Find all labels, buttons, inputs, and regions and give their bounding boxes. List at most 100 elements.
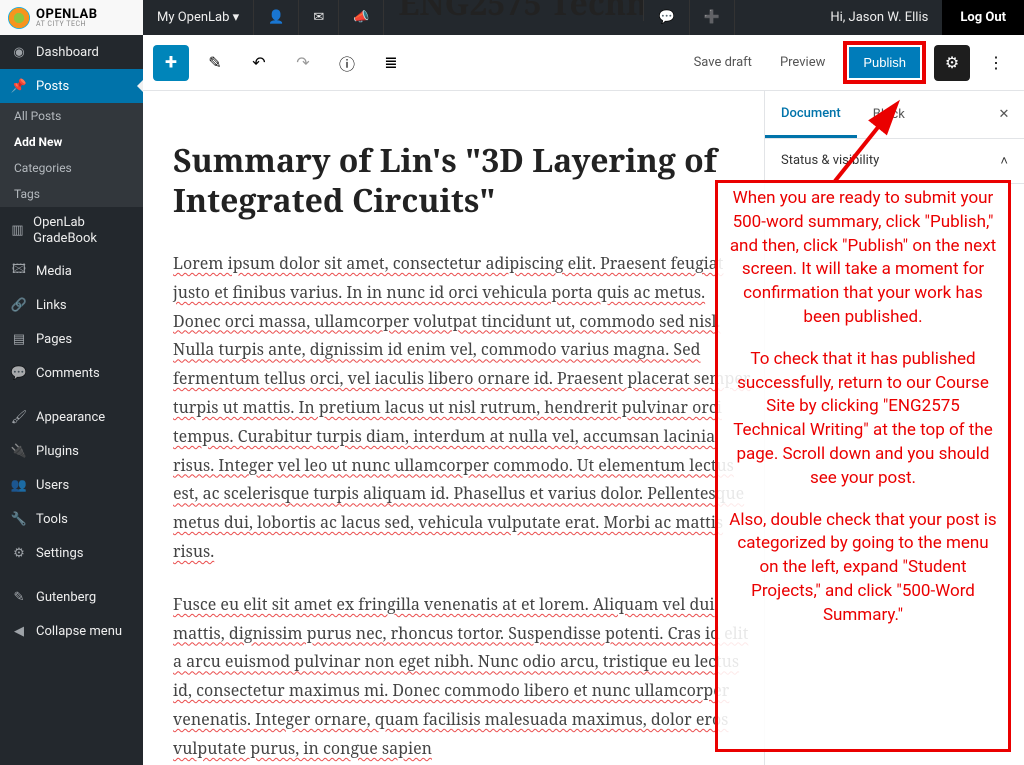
sidebar-item-dashboard[interactable]: ◉ Dashboard <box>0 35 143 69</box>
settings-toggle-button[interactable]: ⚙ <box>934 45 970 81</box>
brand-name: OPENLAB <box>36 8 98 21</box>
pencil-icon: ✎ <box>208 53 221 72</box>
annotation-text: To check that it has published successfu… <box>728 348 998 491</box>
topbar-comments[interactable]: 💬 <box>644 0 689 35</box>
gear-icon: ⚙ <box>945 53 959 72</box>
sidebar-sub-add-new[interactable]: Add New <box>0 129 143 155</box>
info-icon: ⓘ <box>339 51 355 75</box>
sidebar-sub-categories[interactable]: Categories <box>0 155 143 181</box>
sidebar-item-gutenberg[interactable]: ✎ Gutenberg <box>0 580 143 614</box>
my-openlab-menu[interactable]: My OpenLab ▾ <box>143 0 254 35</box>
publish-highlight: Publish <box>843 41 926 84</box>
sidebar-sub-all-posts[interactable]: All Posts <box>0 103 143 129</box>
add-block-button[interactable]: + <box>153 45 189 81</box>
plus-icon: + <box>165 50 177 75</box>
sidebar-item-label: Media <box>36 264 72 279</box>
envelope-icon: ✉ <box>313 10 324 25</box>
plus-circle-icon: ➕ <box>704 10 720 25</box>
panel-section-label: Status & visibility <box>781 153 879 169</box>
editor-toolbar: + ✎ ↶ ↷ ⓘ ≣ Save draft Preview Publish ⚙… <box>143 35 1024 91</box>
logout-button[interactable]: Log Out <box>942 0 1024 35</box>
media-icon: 🖾 <box>10 262 28 280</box>
edit-mode-button[interactable]: ✎ <box>197 45 233 81</box>
sliders-icon: ⚙ <box>10 544 28 562</box>
post-title[interactable]: Summary of Lin's "3D Layering of Integra… <box>173 141 752 221</box>
sidebar-item-users[interactable]: 👥 Users <box>0 468 143 502</box>
tab-document[interactable]: Document <box>765 91 857 138</box>
editor-canvas[interactable]: Summary of Lin's "3D Layering of Integra… <box>143 91 764 765</box>
topbar-addnew[interactable]: ➕ <box>690 0 735 35</box>
sidebar-item-label: Comments <box>36 366 100 381</box>
save-draft-button[interactable]: Save draft <box>684 55 762 70</box>
logout-label: Log Out <box>960 10 1006 25</box>
publish-button[interactable]: Publish <box>849 47 920 78</box>
sidebar-item-label: Users <box>36 478 69 493</box>
brand-tagline: AT CITY TECH <box>36 21 98 28</box>
wrench-icon: 🔧 <box>10 510 28 528</box>
sidebar-item-label: Plugins <box>36 444 79 459</box>
sidebar-item-gradebook[interactable]: ▥ OpenLab GradeBook <box>0 207 143 254</box>
brand[interactable]: OPENLAB AT CITY TECH <box>0 0 143 35</box>
topbar-friends[interactable]: 👤 <box>254 0 299 35</box>
course-title-label: ENG2575 Technical Writing, Section O... <box>398 0 644 21</box>
page-icon: ▤ <box>10 330 28 348</box>
sidebar-item-label: Dashboard <box>36 45 99 60</box>
sidebar-item-label: Pages <box>36 332 72 347</box>
my-openlab-label: My OpenLab <box>157 10 229 25</box>
sidebar-collapse[interactable]: ◀ Collapse menu <box>0 614 143 648</box>
collapse-icon: ◀ <box>10 622 28 640</box>
admin-sidebar: ◉ Dashboard 📌 Posts All Posts Add New Ca… <box>0 35 143 765</box>
sidebar-item-label: Appearance <box>36 410 105 425</box>
sidebar-item-appearance[interactable]: 🖌 Appearance <box>0 400 143 434</box>
panel-close-button[interactable]: ✕ <box>984 91 1024 138</box>
topbar-notifications[interactable]: 📣 <box>339 0 384 35</box>
close-icon: ✕ <box>999 107 1010 122</box>
sidebar-item-comments[interactable]: 💬 Comments <box>0 356 143 390</box>
sidebar-item-settings[interactable]: ⚙ Settings <box>0 536 143 570</box>
sidebar-item-label: Settings <box>36 546 83 561</box>
book-icon: ▥ <box>10 222 25 240</box>
sidebar-item-label: Posts <box>36 79 69 94</box>
user-greeting[interactable]: Hi, Jason W. Ellis <box>816 0 942 35</box>
gutenberg-icon: ✎ <box>10 588 28 606</box>
redo-button[interactable]: ↷ <box>285 45 321 81</box>
list-icon: ≣ <box>384 53 397 72</box>
comments-icon: 💬 <box>10 364 28 382</box>
speech-bubble-icon: 💬 <box>658 10 674 25</box>
sidebar-item-label: Links <box>36 298 67 313</box>
outline-button[interactable]: ≣ <box>373 45 409 81</box>
topbar-messages[interactable]: ✉ <box>299 0 339 35</box>
course-title-menu[interactable]: ENG2575 Technical Writing, Section O... … <box>384 0 644 21</box>
undo-button[interactable]: ↶ <box>241 45 277 81</box>
sidebar-item-label: Collapse menu <box>36 624 122 639</box>
sidebar-item-plugins[interactable]: 🔌 Plugins <box>0 434 143 468</box>
sidebar-item-label: Gutenberg <box>36 590 96 605</box>
sidebar-item-posts[interactable]: 📌 Posts <box>0 69 143 103</box>
tab-block[interactable]: Block <box>857 91 921 138</box>
sidebar-item-label: Tools <box>36 512 68 527</box>
admin-topbar: OPENLAB AT CITY TECH My OpenLab ▾ 👤 ✉ 📣 … <box>0 0 1024 35</box>
post-paragraph[interactable]: Lorem ipsum dolor sit amet, consectetur … <box>173 249 752 566</box>
sidebar-item-media[interactable]: 🖾 Media <box>0 254 143 288</box>
undo-icon: ↶ <box>252 53 265 72</box>
panel-section-status[interactable]: Status & visibility ˄ <box>765 139 1024 183</box>
annotation-text: When you are ready to submit your 500-wo… <box>728 187 998 330</box>
sidebar-item-links[interactable]: 🔗 Links <box>0 288 143 322</box>
user-icon: 👤 <box>268 10 284 25</box>
instruction-annotation: When you are ready to submit your 500-wo… <box>715 180 1011 752</box>
greeting-label: Hi, Jason W. Ellis <box>830 10 928 25</box>
megaphone-icon: 📣 <box>353 10 369 25</box>
preview-button[interactable]: Preview <box>770 55 835 70</box>
sidebar-item-pages[interactable]: ▤ Pages <box>0 322 143 356</box>
sidebar-item-tools[interactable]: 🔧 Tools <box>0 502 143 536</box>
more-menu-button[interactable]: ⋮ <box>978 45 1014 81</box>
dashboard-icon: ◉ <box>10 43 28 61</box>
sidebar-sub-tags[interactable]: Tags <box>0 181 143 207</box>
pushpin-icon: 📌 <box>10 77 28 95</box>
info-button[interactable]: ⓘ <box>329 45 365 81</box>
brush-icon: 🖌 <box>10 408 28 426</box>
kebab-icon: ⋮ <box>988 53 1004 72</box>
chevron-down-icon: ▾ <box>233 10 240 25</box>
post-paragraph[interactable]: Fusce eu elit sit amet ex fringilla vene… <box>173 590 752 763</box>
sidebar-item-label: OpenLab GradeBook <box>33 215 133 246</box>
